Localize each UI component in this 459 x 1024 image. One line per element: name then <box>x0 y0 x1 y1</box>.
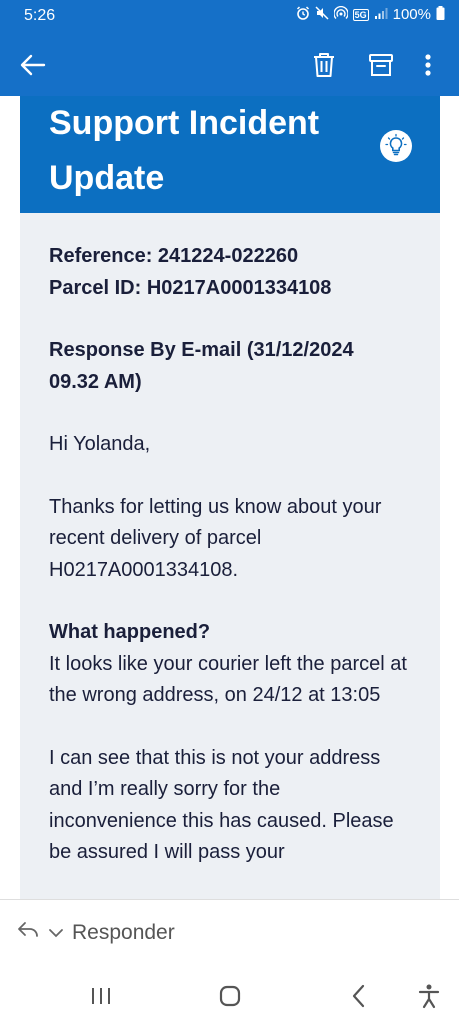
email-banner-title: Support Incident Update <box>49 104 320 197</box>
battery-icon <box>436 6 445 23</box>
back-arrow-icon[interactable] <box>18 50 50 80</box>
apology-paragraph: I can see that this is not your address … <box>49 746 394 864</box>
status-bar: 5:26 5G 100% <box>0 0 459 34</box>
mute-icon <box>315 6 329 23</box>
status-icons: 5G 100% <box>296 5 445 23</box>
email-body-container: Support Incident Update Reference: 24122… <box>20 96 440 899</box>
system-nav-bar <box>0 969 459 1024</box>
lightbulb-icon[interactable] <box>380 130 412 162</box>
archive-icon[interactable] <box>366 50 396 80</box>
alarm-icon <box>296 6 310 23</box>
reply-label: Responder <box>72 921 175 944</box>
parcel-id-line: Parcel ID: H0217A0001334108 <box>49 276 332 299</box>
thanks-paragraph: Thanks for letting us know about your re… <box>49 495 382 581</box>
chevron-down-icon[interactable] <box>48 921 64 945</box>
back-nav-icon[interactable] <box>344 981 374 1011</box>
network-5g-icon: 5G <box>352 8 369 21</box>
app-bar <box>0 34 459 96</box>
trash-icon[interactable] <box>309 50 339 80</box>
email-banner: Support Incident Update <box>20 96 440 213</box>
hotspot-icon <box>332 5 349 23</box>
reply-bar: Responder <box>0 899 459 970</box>
what-happened-heading: What happened? <box>49 621 211 643</box>
home-icon[interactable] <box>215 981 245 1011</box>
battery-percent: 100% <box>392 6 431 23</box>
response-line: Response By E-mail (31/12/2024 09.32 AM) <box>49 339 354 393</box>
reply-button[interactable]: Responder <box>16 920 175 946</box>
reference-line: Reference: 241224-022260 <box>49 245 299 267</box>
recent-apps-icon[interactable] <box>86 981 116 1011</box>
email-content[interactable]: Support Incident Update Reference: 24122… <box>0 96 459 899</box>
email-body-text: Reference: 241224-022260 Parcel ID: H021… <box>49 241 409 869</box>
reply-icon <box>16 920 40 946</box>
more-vertical-icon[interactable] <box>418 50 438 80</box>
signal-icon <box>374 7 388 23</box>
what-happened-text: It looks like your courier left the parc… <box>49 652 407 707</box>
accessibility-icon[interactable] <box>414 981 444 1011</box>
status-time: 5:26 <box>24 7 56 24</box>
greeting: Hi Yolanda, <box>49 433 151 455</box>
